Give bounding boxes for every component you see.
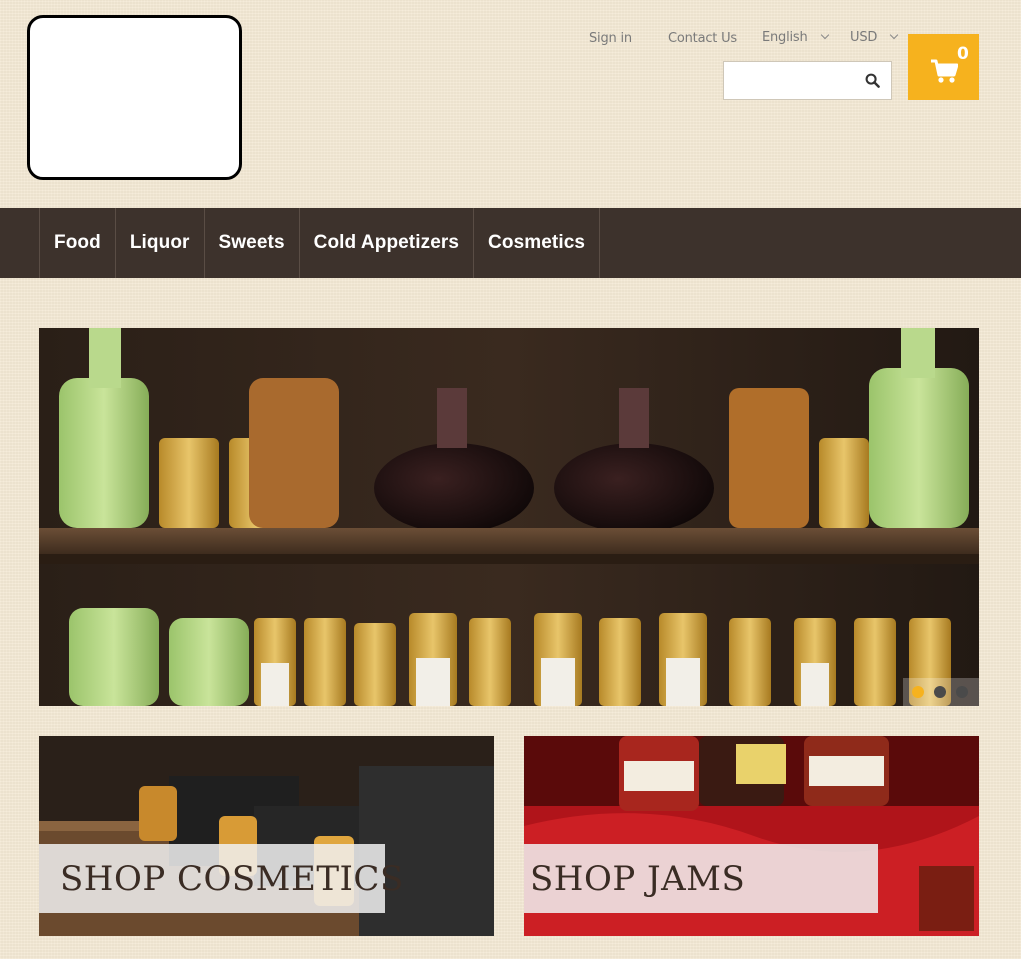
search-icon: [865, 73, 880, 88]
shop-cosmetics-banner[interactable]: SHOP COSMETICS: [39, 736, 494, 936]
chevron-down-icon: [820, 30, 829, 40]
nav-item-sweets[interactable]: Sweets: [205, 208, 300, 278]
nav-item-cold-appetizers[interactable]: Cold Appetizers: [300, 208, 475, 278]
slider-dot-2[interactable]: [934, 686, 946, 698]
language-selected: English: [762, 30, 808, 45]
banner-label: SHOP COSMETICS: [39, 844, 403, 913]
slider-pagination: [903, 678, 979, 706]
shopping-cart-icon: [931, 59, 958, 83]
search-input[interactable]: [724, 62, 854, 99]
nav-item-food[interactable]: Food: [40, 208, 116, 278]
top-links-bar: Sign in Contact Us English USD: [0, 30, 1021, 50]
chevron-down-icon: [889, 30, 899, 40]
cart-button[interactable]: 0: [908, 34, 979, 100]
currency-selected: USD: [850, 30, 878, 45]
search-box: [723, 61, 892, 100]
banner-label: SHOP JAMS: [524, 844, 878, 913]
shop-jams-banner[interactable]: SHOP JAMS: [524, 736, 979, 936]
contact-us-link[interactable]: Contact Us: [668, 31, 737, 46]
search-button[interactable]: [853, 62, 891, 99]
hero-slide-image: [39, 328, 979, 706]
hero-slider[interactable]: [39, 328, 979, 706]
slider-dot-3[interactable]: [956, 686, 968, 698]
slider-dot-1[interactable]: [912, 686, 924, 698]
language-dropdown[interactable]: English: [762, 30, 829, 45]
nav-item-cosmetics[interactable]: Cosmetics: [474, 208, 601, 278]
main-navigation: Food Liquor Sweets Cold Appetizers Cosme…: [0, 208, 1021, 278]
sign-in-link[interactable]: Sign in: [589, 31, 632, 46]
currency-dropdown[interactable]: USD: [850, 30, 899, 45]
nav-item-liquor[interactable]: Liquor: [116, 208, 205, 278]
cart-count-badge: 0: [957, 44, 969, 64]
